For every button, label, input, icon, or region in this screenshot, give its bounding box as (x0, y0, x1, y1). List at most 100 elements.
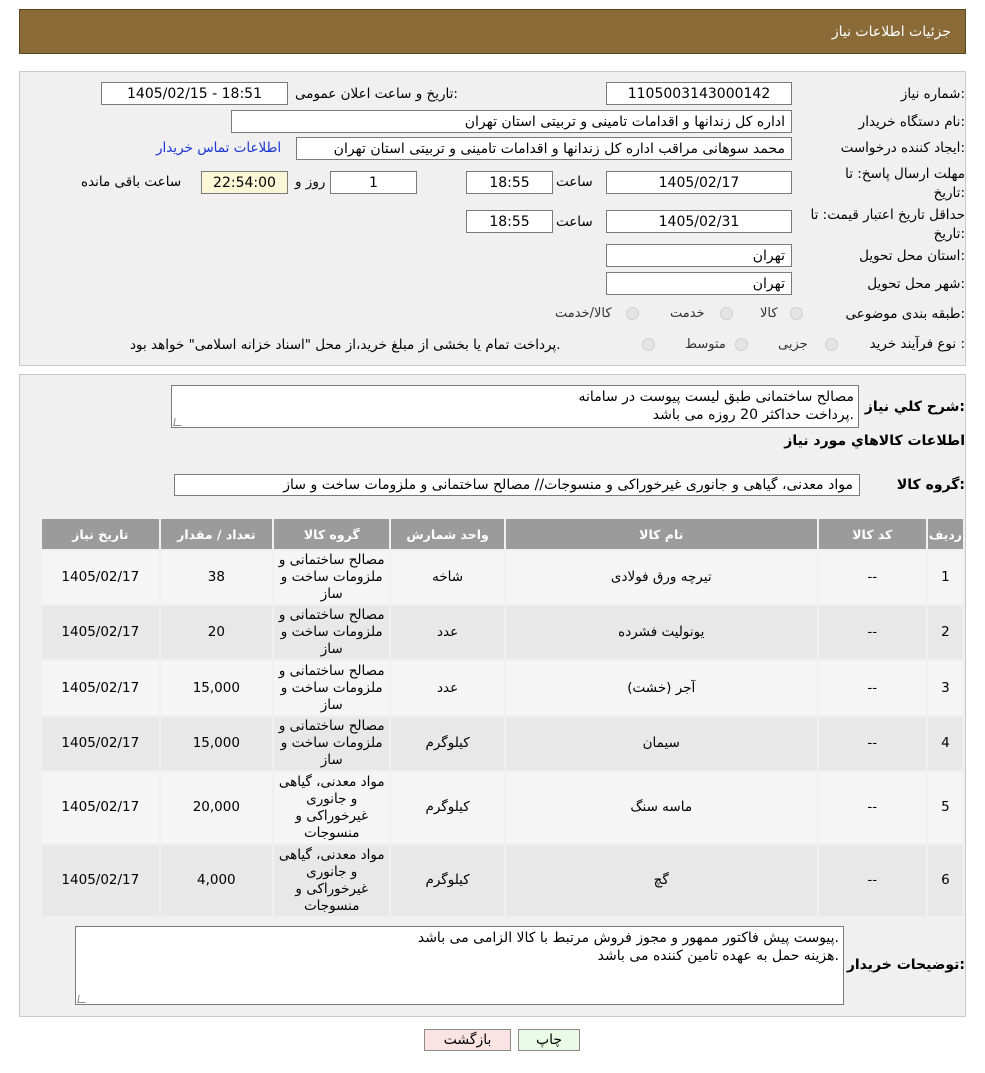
cell-group: مصالح ساختمانی و ملزومات ساخت و ساز (271, 604, 392, 661)
city-field: تهران (606, 272, 792, 295)
cell-code: -- (816, 770, 928, 845)
cell-unit: کیلوگرم (389, 843, 506, 918)
info-panel: شماره نیاز: 1105003143000142 تاریخ و ساع… (19, 71, 966, 366)
page-title: جزئیات اطلاعات نیاز (831, 23, 951, 40)
cell-row: 5 (925, 770, 966, 845)
table-row: 6 -- گچ کیلوگرم مواد معدنی، گیاهی و جانو… (40, 843, 966, 918)
announce-datetime-field: 1405/02/15 - 18:51 (101, 82, 288, 105)
category-goods-radio[interactable] (790, 307, 803, 320)
cell-date: 1405/02/17 (40, 659, 161, 717)
table-row: 5 -- ماسه سنگ کیلوگرم مواد معدنی، گیاهی … (40, 770, 966, 845)
goods-table: رديف کد کالا نام کالا واحد شمارش گروه کا… (40, 517, 966, 918)
requester-field: محمد سوهانی مراقب اداره کل زندانها و اقد… (296, 137, 792, 160)
col-row-header: رديف (925, 517, 966, 551)
announce-label: تاریخ و ساعت اعلان عمومی: (295, 86, 458, 102)
validity-label-line2: تاریخ: (933, 226, 965, 242)
goods-info-title: اطلاعات کالاهاي مورد نياز (784, 433, 965, 449)
col-unit-header: واحد شمارش (389, 517, 506, 551)
cell-name: تیرچه ورق فولادی (503, 549, 819, 606)
summary-line-1: مصالح ساختمانی طبق لیست پیوست در سامانه (578, 389, 854, 405)
resize-handle-icon[interactable] (173, 418, 183, 426)
process-treasury-note: پرداخت تمام یا بخشی از مبلغ خرید،از محل … (130, 337, 561, 353)
buyer-org-field: اداره کل زندانها و اقدامات تامینی و تربی… (231, 110, 792, 133)
buyer-contact-link[interactable]: اطلاعات تماس خریدار (156, 140, 281, 156)
cell-qty: 15,000 (158, 659, 275, 717)
validity-date-field: 1405/02/31 (606, 210, 792, 233)
col-date-header: تاریخ نیاز (40, 517, 161, 551)
cell-date: 1405/02/17 (40, 604, 161, 661)
cell-group: مصالح ساختمانی و ملزومات ساخت و ساز (271, 659, 392, 717)
buyer-notes-textarea[interactable]: پیوست پیش فاکتور ممهور و مجوز فروش مرتبط… (75, 926, 844, 1005)
process-minor-radio[interactable] (825, 338, 838, 351)
cell-date: 1405/02/17 (40, 843, 161, 918)
col-name-header: نام کالا (503, 517, 819, 551)
back-button[interactable]: بازگشت (424, 1029, 511, 1051)
deadline-label-line2: تاریخ: (933, 185, 965, 201)
process-label: نوع فرآیند خرید : (869, 336, 965, 352)
page-header: جزئیات اطلاعات نیاز (19, 9, 966, 54)
print-button[interactable]: چاپ (518, 1029, 580, 1051)
cell-date: 1405/02/17 (40, 715, 161, 772)
cell-name: یونولیت فشرده (503, 604, 819, 661)
table-row: 4 -- سیمان کیلوگرم مصالح ساختمانی و ملزو… (40, 715, 966, 772)
province-field: تهران (606, 244, 792, 267)
city-label: شهر محل تحویل: (867, 276, 965, 292)
remaining-label: ساعت باقی مانده (81, 174, 182, 190)
cell-unit: کیلوگرم (389, 770, 506, 845)
cell-unit: عدد (389, 659, 506, 717)
cell-group: مصالح ساختمانی و ملزومات ساخت و ساز (271, 549, 392, 606)
deadline-time-label: ساعت (556, 174, 593, 190)
remaining-time-field: 22:54:00 (201, 171, 288, 194)
cell-unit: شاخه (389, 549, 506, 606)
process-medium-radio[interactable] (735, 338, 748, 351)
buyer-org-label: نام دستگاه خریدار: (858, 114, 965, 130)
table-row: 3 -- آجر (خشت) عدد مصالح ساختمانی و ملزو… (40, 659, 966, 717)
summary-textarea[interactable]: مصالح ساختمانی طبق لیست پیوست در سامانه … (171, 385, 859, 428)
cell-qty: 38 (158, 549, 275, 606)
cell-row: 2 (925, 604, 966, 661)
cell-qty: 15,000 (158, 715, 275, 772)
category-goods-service-radio[interactable] (626, 307, 639, 320)
cell-code: -- (816, 549, 928, 606)
cell-name: گچ (503, 843, 819, 918)
resize-handle-icon[interactable] (77, 995, 87, 1003)
requester-label: ایجاد کننده درخواست: (840, 140, 965, 156)
cell-group: مصالح ساختمانی و ملزومات ساخت و ساز (271, 715, 392, 772)
category-goods-service-label: کالا/خدمت (555, 306, 612, 321)
cell-date: 1405/02/17 (40, 770, 161, 845)
cell-qty: 20,000 (158, 770, 275, 845)
need-number-label: شماره نیاز: (900, 86, 965, 102)
cell-group: مواد معدنی، گیاهی و جانوری غیرخوراکی و م… (271, 843, 392, 918)
validity-time-label: ساعت (556, 214, 593, 230)
process-medium-label: متوسط (685, 337, 726, 352)
needs-panel: شرح کلي نياز: مصالح ساختمانی طبق لیست پی… (19, 374, 966, 1017)
cell-unit: کیلوگرم (389, 715, 506, 772)
col-code-header: کد کالا (816, 517, 928, 551)
category-service-label: خدمت (670, 306, 705, 321)
summary-line-2: پرداخت حداکثر 20 روزه می باشد. (652, 407, 854, 423)
cell-row: 1 (925, 549, 966, 606)
col-qty-header: تعداد / مقدار (158, 517, 275, 551)
buyer-notes-line-1: پیوست پیش فاکتور ممهور و مجوز فروش مرتبط… (417, 930, 839, 946)
cell-name: سیمان (503, 715, 819, 772)
deadline-label-line1: مهلت ارسال پاسخ: تا (845, 166, 965, 182)
cell-row: 6 (925, 843, 966, 918)
buyer-notes-label: توضیحات خریدار: (846, 957, 965, 973)
table-row: 2 -- یونولیت فشرده عدد مصالح ساختمانی و … (40, 604, 966, 661)
cell-code: -- (816, 715, 928, 772)
goods-group-field: مواد معدنی، گیاهی و جانوری غیرخوراکی و م… (174, 474, 860, 496)
cell-name: ماسه سنگ (503, 770, 819, 845)
deadline-time-field: 18:55 (466, 171, 553, 194)
table-header-row: رديف کد کالا نام کالا واحد شمارش گروه کا… (40, 517, 966, 551)
process-treasury-checkbox[interactable] (642, 338, 655, 351)
cell-date: 1405/02/17 (40, 549, 161, 606)
summary-label: شرح کلي نياز: (864, 399, 965, 415)
category-label: طبقه بندی موضوعی: (845, 306, 965, 322)
cell-group: مواد معدنی، گیاهی و جانوری غیرخوراکی و م… (271, 770, 392, 845)
cell-name: آجر (خشت) (503, 659, 819, 717)
cell-qty: 20 (158, 604, 275, 661)
category-service-radio[interactable] (720, 307, 733, 320)
cell-code: -- (816, 659, 928, 717)
deadline-date-field: 1405/02/17 (606, 171, 792, 194)
table-row: 1 -- تیرچه ورق فولادی شاخه مصالح ساختمان… (40, 549, 966, 606)
